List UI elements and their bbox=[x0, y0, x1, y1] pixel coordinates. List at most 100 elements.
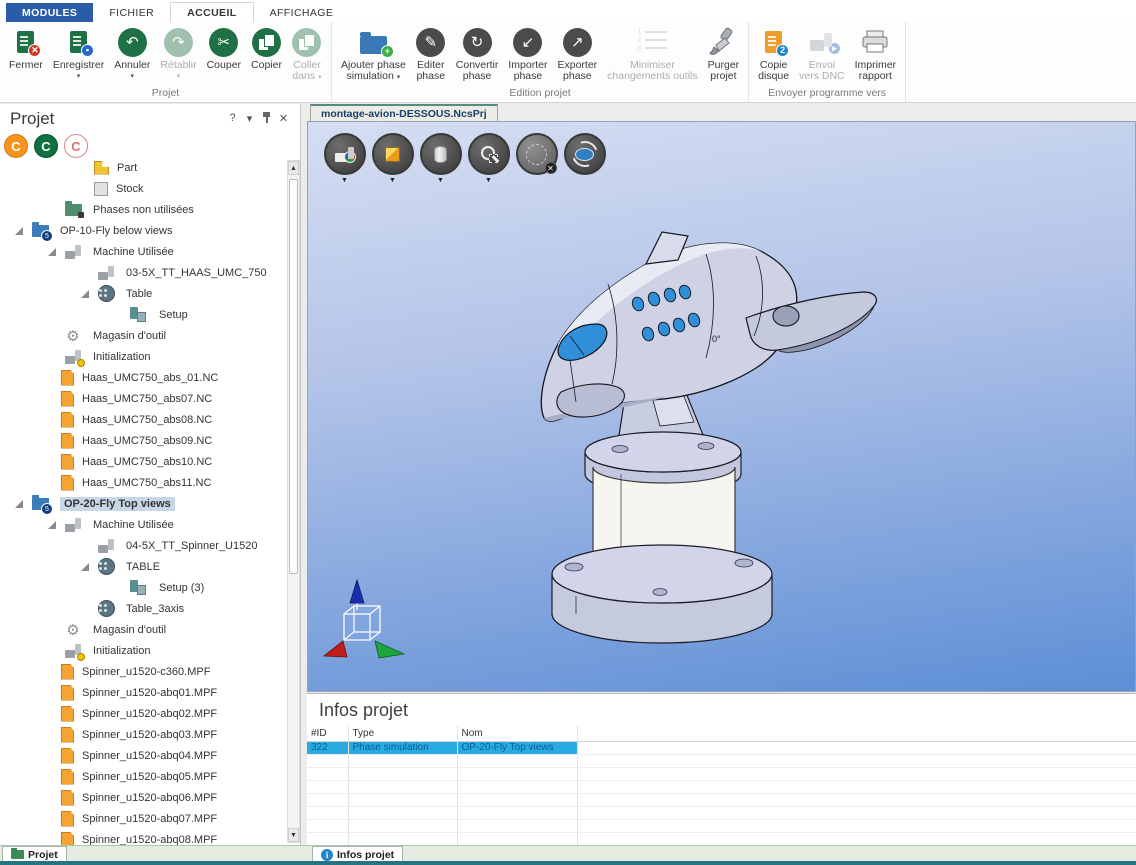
collapse-orange-button[interactable]: C bbox=[4, 134, 28, 158]
copie-disque-button[interactable]: 2Copiedisque bbox=[753, 25, 794, 83]
tree-item-03-5x-tt-haas-umc-750[interactable]: 03-5X_TT_HAAS_UMC_750 bbox=[0, 262, 286, 283]
tree-item-part[interactable]: Part bbox=[0, 157, 286, 178]
tree-item-spinner-u1520-abq05-mpf[interactable]: Spinner_u1520-abq05.MPF bbox=[0, 766, 286, 787]
zoom-button[interactable] bbox=[468, 133, 510, 175]
tree-item-magasin-d-outil[interactable]: ⚙Magasin d'outil bbox=[0, 619, 286, 640]
dropdown-arrow-icon[interactable]: ▾ bbox=[131, 72, 135, 80]
column-header-id[interactable]: #ID bbox=[307, 726, 348, 741]
tree-item-haas-umc750-abs11-nc[interactable]: Haas_UMC750_abs11.NC bbox=[0, 472, 286, 493]
tree-item-spinner-u1520-c360-mpf[interactable]: Spinner_u1520-c360.MPF bbox=[0, 661, 286, 682]
tree-item-haas-umc750-abs-01-nc[interactable]: Haas_UMC750_abs_01.NC bbox=[0, 367, 286, 388]
scroll-up-button[interactable]: ▲ bbox=[288, 161, 299, 175]
empty-table-row[interactable] bbox=[307, 806, 1136, 819]
selection-filter-button[interactable]: ✕ bbox=[516, 133, 558, 175]
scroll-down-button[interactable]: ▼ bbox=[288, 828, 299, 842]
nc-file-icon bbox=[61, 790, 74, 806]
bottom-tab-projet[interactable]: Projet bbox=[2, 846, 67, 862]
tree-item-stock[interactable]: Stock bbox=[0, 178, 286, 199]
dynamic-view-button[interactable] bbox=[564, 133, 606, 175]
empty-table-row[interactable] bbox=[307, 832, 1136, 845]
empty-table-row[interactable] bbox=[307, 754, 1136, 767]
tree-item-haas-umc750-abs07-nc[interactable]: Haas_UMC750_abs07.NC bbox=[0, 388, 286, 409]
tree-item-haas-umc750-abs09-nc[interactable]: Haas_UMC750_abs09.NC bbox=[0, 430, 286, 451]
expander-icon[interactable] bbox=[43, 248, 61, 256]
ribbon-tab-modules[interactable]: MODULES bbox=[6, 3, 93, 22]
collapse-red-button[interactable]: C bbox=[64, 134, 88, 158]
column-header-type[interactable]: Type bbox=[348, 726, 457, 741]
dropdown-arrow-icon[interactable]: ▼ bbox=[485, 177, 492, 184]
close-icon[interactable]: ✕ bbox=[275, 112, 292, 126]
viewport-button-wrap bbox=[562, 133, 607, 184]
document-tab[interactable]: montage-avion-DESSOUS.NcsPrj bbox=[310, 104, 498, 121]
tree-item-haas-umc750-abs10-nc[interactable]: Haas_UMC750_abs10.NC bbox=[0, 451, 286, 472]
tree-item-spinner-u1520-abq03-mpf[interactable]: Spinner_u1520-abq03.MPF bbox=[0, 724, 286, 745]
display-machine-button[interactable] bbox=[324, 133, 366, 175]
collapse-green-button[interactable]: C bbox=[34, 134, 58, 158]
ribbon-tab-fichier[interactable]: FICHIER bbox=[93, 3, 170, 22]
tree-item-magasin-d-outil[interactable]: ⚙Magasin d'outil bbox=[0, 325, 286, 346]
tree-item-haas-umc750-abs08-nc[interactable]: Haas_UMC750_abs08.NC bbox=[0, 409, 286, 430]
enregistrer-button[interactable]: ▪Enregistrer▾ bbox=[48, 25, 109, 81]
convertir-phase-button[interactable]: ↻Convertirphase bbox=[451, 25, 504, 83]
table-row[interactable]: 322Phase simulationOP-20-Fly Top views bbox=[307, 741, 1136, 754]
tree-item-initialization[interactable]: Initialization bbox=[0, 346, 286, 367]
dynamic-view-icon bbox=[572, 141, 598, 167]
help-icon[interactable]: ? bbox=[224, 112, 241, 126]
column-header-nom[interactable]: Nom bbox=[457, 726, 577, 741]
chevron-down-icon[interactable]: ▾ bbox=[241, 112, 258, 126]
viewport-3d[interactable]: ▼ ▼ ▼ ▼ ✕ bbox=[307, 121, 1136, 692]
expander-icon[interactable] bbox=[10, 227, 28, 235]
expander-icon[interactable] bbox=[43, 521, 61, 529]
project-panel: Projet ?▾✕ CCC PartStockPhases non utili… bbox=[0, 104, 301, 845]
tree-scrollbar[interactable]: ▲ ▼ bbox=[287, 160, 300, 843]
tree-item-table-3axis[interactable]: Table_3axis bbox=[0, 598, 286, 619]
tree-item-setup[interactable]: Setup bbox=[0, 304, 286, 325]
empty-table-row[interactable] bbox=[307, 780, 1136, 793]
tree-item-spinner-u1520-abq04-mpf[interactable]: Spinner_u1520-abq04.MPF bbox=[0, 745, 286, 766]
tree-item-phases-non-utilis-es[interactable]: Phases non utilisées bbox=[0, 199, 286, 220]
tree-item-spinner-u1520-abq08-mpf[interactable]: Spinner_u1520-abq08.MPF bbox=[0, 829, 286, 845]
couper-button[interactable]: ✂Couper bbox=[202, 25, 246, 72]
tree-item-spinner-u1520-abq02-mpf[interactable]: Spinner_u1520-abq02.MPF bbox=[0, 703, 286, 724]
pin-icon[interactable] bbox=[258, 112, 275, 126]
dropdown-arrow-icon[interactable]: ▼ bbox=[437, 177, 444, 184]
dropdown-arrow-icon[interactable]: ▼ bbox=[389, 177, 396, 184]
tree-item-op-20-fly-top-views[interactable]: OP-20-Fly Top views bbox=[0, 493, 286, 514]
expander-icon[interactable] bbox=[76, 290, 94, 298]
display-part-button[interactable] bbox=[372, 133, 414, 175]
tree-item-table[interactable]: TABLE bbox=[0, 556, 286, 577]
ajouter-phase-simulation-button[interactable]: +Ajouter phasesimulation ▾ bbox=[336, 25, 411, 84]
empty-table-row[interactable] bbox=[307, 793, 1136, 806]
empty-cell bbox=[457, 754, 577, 767]
tree-item-setup-3[interactable]: Setup (3) bbox=[0, 577, 286, 598]
ribbon-tab-affichage[interactable]: AFFICHAGE bbox=[254, 3, 350, 22]
expander-icon[interactable] bbox=[10, 500, 28, 508]
empty-table-row[interactable] bbox=[307, 819, 1136, 832]
expander-icon[interactable] bbox=[76, 563, 94, 571]
importer-phase-button[interactable]: ↙Importerphase bbox=[503, 25, 552, 83]
tree-item-initialization[interactable]: Initialization bbox=[0, 640, 286, 661]
tree-item-machine-utilis-e[interactable]: Machine Utilisée bbox=[0, 514, 286, 535]
copier-button[interactable]: Copier bbox=[246, 25, 287, 72]
empty-table-row[interactable] bbox=[307, 767, 1136, 780]
dropdown-arrow-icon[interactable]: ▼ bbox=[341, 177, 348, 184]
editer-phase-button[interactable]: ✎Editerphase bbox=[411, 25, 451, 83]
tree-item-spinner-u1520-abq06-mpf[interactable]: Spinner_u1520-abq06.MPF bbox=[0, 787, 286, 808]
tree-item-04-5x-tt-spinner-u1520[interactable]: 04-5X_TT_Spinner_U1520 bbox=[0, 535, 286, 556]
purger-projet-button[interactable]: Purgerprojet bbox=[703, 25, 745, 83]
scrollbar-thumb[interactable] bbox=[289, 179, 298, 574]
dropdown-arrow-icon[interactable]: ▾ bbox=[177, 72, 181, 80]
fermer-button[interactable]: ✕Fermer bbox=[4, 25, 48, 72]
tree-item-table[interactable]: Table bbox=[0, 283, 286, 304]
annuler-button[interactable]: ↶Annuler▾ bbox=[109, 25, 155, 81]
tree-item-spinner-u1520-abq07-mpf[interactable]: Spinner_u1520-abq07.MPF bbox=[0, 808, 286, 829]
dropdown-arrow-icon[interactable]: ▾ bbox=[77, 72, 81, 80]
tree-item-machine-utilis-e[interactable]: Machine Utilisée bbox=[0, 241, 286, 262]
exporter-phase-button[interactable]: ↗Exporterphase bbox=[552, 25, 602, 83]
imprimer-rapport-button[interactable]: Imprimerrapport bbox=[850, 25, 901, 83]
ribbon-tab-accueil[interactable]: ACCUEIL bbox=[170, 2, 253, 22]
bottom-tab-infos-projet[interactable]: i Infos projet bbox=[312, 846, 403, 862]
tree-item-spinner-u1520-abq01-mpf[interactable]: Spinner_u1520-abq01.MPF bbox=[0, 682, 286, 703]
display-stock-button[interactable] bbox=[420, 133, 462, 175]
tree-item-op-10-fly-below-views[interactable]: OP-10-Fly below views bbox=[0, 220, 286, 241]
